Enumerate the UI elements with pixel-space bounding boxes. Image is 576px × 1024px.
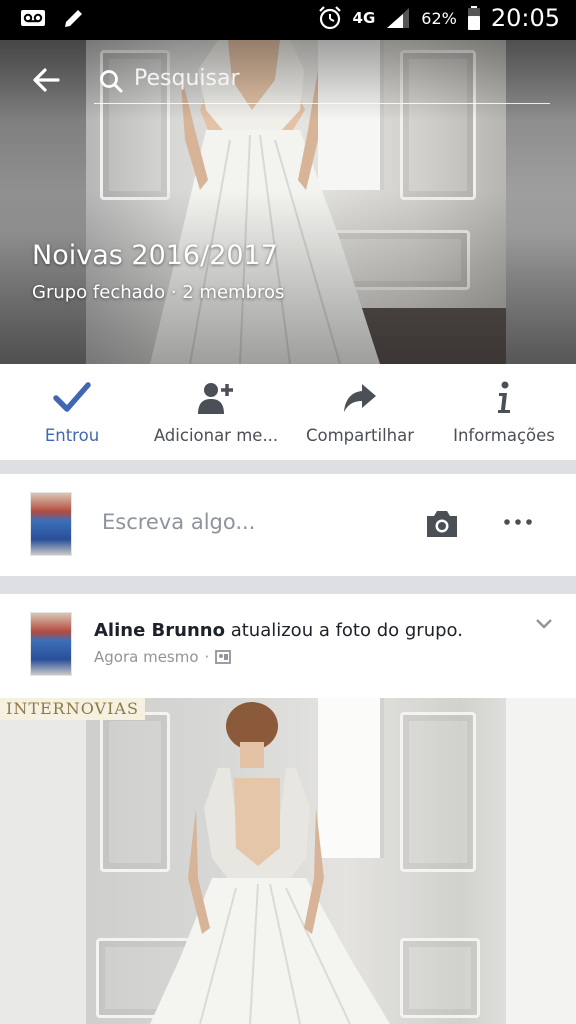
status-right-icons: 4G 62% 20:05 bbox=[317, 4, 560, 32]
photo-brand-watermark: INTERNOVIAS bbox=[0, 698, 145, 720]
group-action-bar: Entrou Adicionar me... Compartilhar Info… bbox=[0, 364, 576, 460]
post-photo[interactable]: INTERNOVIAS bbox=[0, 698, 576, 1024]
add-person-icon bbox=[198, 383, 233, 414]
search-input[interactable]: Pesquisar bbox=[134, 66, 240, 91]
back-arrow-icon[interactable] bbox=[28, 62, 64, 98]
bride-dress-image bbox=[150, 702, 390, 1024]
post-action-text: atualizou a foto do grupo. bbox=[230, 620, 463, 641]
feed-post: Aline Brunno atualizou a foto do grupo. … bbox=[0, 594, 576, 1024]
section-divider bbox=[0, 576, 576, 594]
section-divider bbox=[0, 460, 576, 474]
post-time[interactable]: Agora mesmo bbox=[94, 648, 199, 666]
info-icon bbox=[498, 381, 510, 413]
camera-icon[interactable] bbox=[424, 509, 460, 539]
add-members-button[interactable]: Adicionar me... bbox=[144, 364, 288, 460]
status-left-icons bbox=[20, 6, 86, 30]
share-label: Compartilhar bbox=[305, 426, 415, 445]
battery-icon bbox=[467, 6, 480, 30]
group-title: Noivas 2016/2017 bbox=[32, 240, 278, 271]
author-name[interactable]: Aline Brunno bbox=[94, 620, 225, 641]
search-icon bbox=[100, 70, 123, 93]
composer-input[interactable]: Escreva algo... bbox=[102, 510, 255, 534]
alarm-icon bbox=[318, 6, 341, 30]
signal-icon bbox=[387, 8, 410, 28]
chevron-down-icon[interactable] bbox=[534, 616, 554, 632]
share-button[interactable]: Compartilhar bbox=[288, 364, 432, 460]
more-options-icon[interactable] bbox=[502, 510, 534, 534]
post-meta: Agora mesmo · bbox=[94, 648, 232, 666]
user-avatar bbox=[30, 492, 72, 556]
network-type: 4G bbox=[352, 9, 376, 27]
wall-panel bbox=[400, 712, 476, 872]
info-label: Informações bbox=[453, 426, 555, 445]
joined-label: Entrou bbox=[44, 426, 100, 445]
search-bar[interactable]: Pesquisar bbox=[94, 60, 550, 104]
pencil-icon bbox=[65, 10, 82, 27]
checkmark-icon bbox=[53, 382, 91, 412]
wall-panel bbox=[400, 938, 480, 1018]
post-header: Aline Brunno atualizou a foto do grupo. bbox=[94, 620, 463, 641]
photo-background-right bbox=[506, 698, 576, 1024]
voicemail-icon bbox=[21, 10, 45, 26]
author-avatar[interactable] bbox=[30, 612, 72, 676]
post-composer[interactable]: Escreva algo... bbox=[0, 474, 576, 576]
add-members-label: Adicionar me... bbox=[153, 426, 279, 445]
battery-percent: 62% bbox=[421, 8, 457, 28]
status-bar: 4G 62% 20:05 bbox=[0, 0, 576, 40]
group-audience-icon bbox=[215, 650, 232, 664]
info-button[interactable]: Informações bbox=[432, 364, 576, 460]
group-subtitle: Grupo fechado · 2 membros bbox=[32, 282, 285, 303]
joined-button[interactable]: Entrou bbox=[0, 364, 144, 460]
meta-separator: · bbox=[204, 648, 210, 666]
cover-bottom-gradient bbox=[0, 190, 576, 364]
photo-background-left bbox=[0, 698, 86, 1024]
share-arrow-icon bbox=[344, 384, 376, 412]
clock: 20:05 bbox=[490, 4, 560, 32]
